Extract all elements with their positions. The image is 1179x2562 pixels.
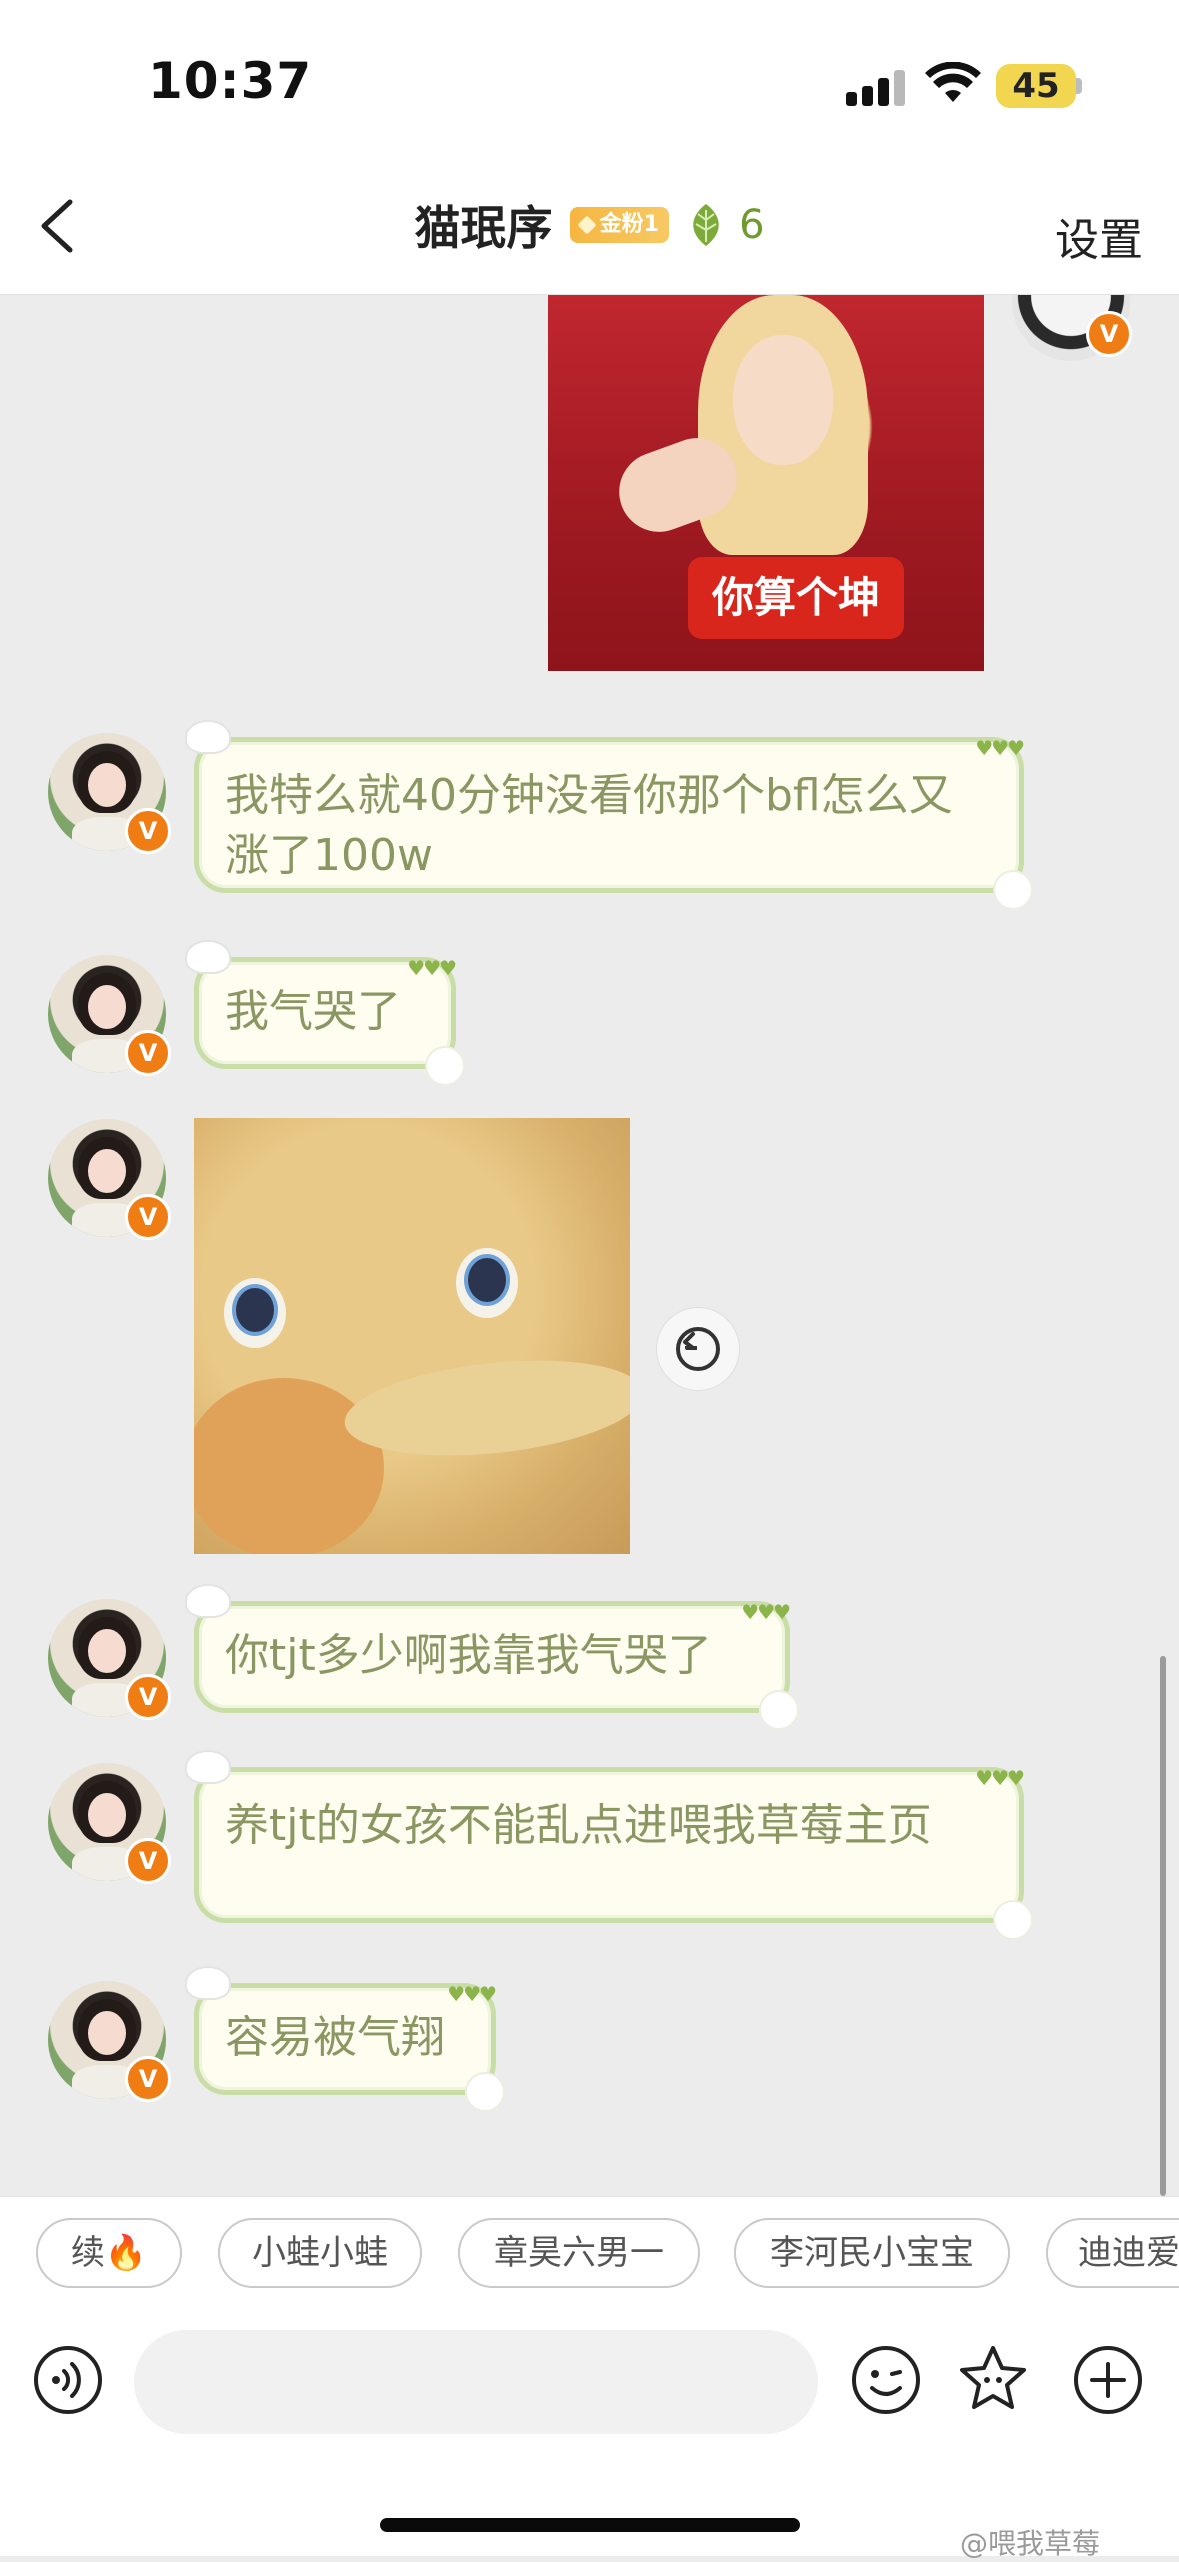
- hearts-decoration-icon: ♥♥♥: [407, 956, 457, 980]
- message-text: 你tjt多少啊我靠我气哭了: [225, 1630, 712, 1681]
- sticker-caption: 你算个坤: [688, 557, 905, 639]
- crying-duck-sticker-image[interactable]: [194, 1118, 630, 1554]
- verified-badge-icon: V: [125, 1838, 171, 1884]
- quick-reply-bar[interactable]: 续🔥 小蛙小蛙 章昊六男一 李河民小宝宝 迪迪爱: [0, 2196, 1179, 2313]
- message-list[interactable]: 你算个坤 V V ♥♥♥ 我特么就40分钟没看你那个bfl怎么又涨了100w V…: [0, 295, 1179, 2195]
- text-message-bubble[interactable]: ♥♥♥ 我特么就40分钟没看你那个bfl怎么又涨了100w: [185, 720, 1033, 910]
- flower-decoration-icon: [993, 870, 1033, 910]
- status-time: 10:37: [148, 52, 313, 110]
- verified-badge-icon: V: [125, 808, 171, 854]
- cat-decoration-icon: [185, 1750, 231, 1784]
- hearts-decoration-icon: ♥♥♥: [975, 736, 1025, 760]
- text-message-bubble[interactable]: ♥♥♥ 养tjt的女孩不能乱点进喂我草莓主页: [185, 1750, 1033, 1940]
- text-message-bubble[interactable]: ♥♥♥ 我气哭了: [185, 940, 465, 1086]
- fan-level-label: 金粉1: [599, 212, 659, 237]
- message-text: 容易被气翔: [225, 2012, 445, 2063]
- scrollbar[interactable]: [1160, 1656, 1166, 2196]
- cat-decoration-icon: [185, 720, 231, 754]
- leaf-icon: [693, 204, 719, 246]
- voice-input-icon[interactable]: [32, 2344, 104, 2416]
- wifi-icon: [925, 62, 981, 102]
- gem-icon: [577, 215, 597, 235]
- quick-reply-chip[interactable]: 迪迪爱: [1046, 2218, 1179, 2288]
- cat-decoration-icon: [185, 1966, 231, 2000]
- settings-button[interactable]: 设置: [1055, 204, 1143, 268]
- emoji-icon[interactable]: [850, 2344, 922, 2416]
- quick-reply-chip[interactable]: 李河民小宝宝: [734, 2218, 1010, 2288]
- hearts-decoration-icon: ♥♥♥: [975, 1766, 1025, 1790]
- sticker-figure-face: [733, 335, 833, 465]
- cat-decoration-icon: [185, 1584, 231, 1618]
- flower-decoration-icon: [993, 1900, 1033, 1940]
- verified-badge-icon: V: [125, 1030, 171, 1076]
- flower-decoration-icon: [465, 2072, 505, 2112]
- cellular-signal-icon: [846, 68, 906, 106]
- leaf-count: 6: [739, 202, 765, 248]
- fan-level-badge: 金粉1: [569, 207, 669, 243]
- watermark: @喂我草莓: [960, 2527, 1101, 2560]
- duck-eye: [456, 1248, 518, 1318]
- message-input[interactable]: [134, 2330, 818, 2434]
- verified-badge-icon: V: [125, 1194, 171, 1240]
- flower-decoration-icon: [425, 1046, 465, 1086]
- duck-beak: [340, 1347, 630, 1469]
- battery-tip: [1076, 78, 1082, 94]
- quick-reply-chip[interactable]: 续🔥: [36, 2218, 182, 2288]
- verified-badge-icon: V: [125, 2056, 171, 2102]
- sticker-image-message[interactable]: 你算个坤: [548, 295, 984, 671]
- recall-undo-icon[interactable]: [656, 1307, 740, 1391]
- verified-badge-icon: V: [125, 1674, 171, 1720]
- quick-reply-chip[interactable]: 章昊六男一: [458, 2218, 700, 2288]
- plus-icon[interactable]: [1072, 2344, 1144, 2416]
- hearts-decoration-icon: ♥♥♥: [447, 1982, 497, 2006]
- chat-header: 猫珉序 金粉1 6 设置: [0, 160, 1179, 295]
- chat-title-group[interactable]: 猫珉序 金粉1 6: [0, 192, 1179, 262]
- verified-badge-icon: V: [1086, 311, 1132, 357]
- text-message-bubble[interactable]: ♥♥♥ 容易被气翔: [185, 1966, 505, 2112]
- message-text: 养tjt的女孩不能乱点进喂我草莓主页: [225, 1800, 932, 1851]
- quick-reply-chip[interactable]: 小蛙小蛙: [218, 2218, 422, 2288]
- status-bar: 10:37 45: [0, 0, 1179, 160]
- text-message-bubble[interactable]: ♥♥♥ 你tjt多少啊我靠我气哭了: [185, 1584, 799, 1730]
- home-indicator: [380, 2518, 800, 2532]
- message-text: 我特么就40分钟没看你那个bfl怎么又涨了100w: [225, 770, 953, 881]
- message-input-bar: [0, 2312, 1179, 2556]
- flower-decoration-icon: [759, 1690, 799, 1730]
- cat-decoration-icon: [185, 940, 231, 974]
- chat-title: 猫珉序: [414, 201, 553, 255]
- message-text: 我气哭了: [225, 986, 401, 1037]
- duck-eye: [224, 1278, 286, 1348]
- favorite-sticker-icon[interactable]: [957, 2342, 1029, 2414]
- battery-level: 45: [1012, 66, 1060, 106]
- hearts-decoration-icon: ♥♥♥: [741, 1600, 791, 1624]
